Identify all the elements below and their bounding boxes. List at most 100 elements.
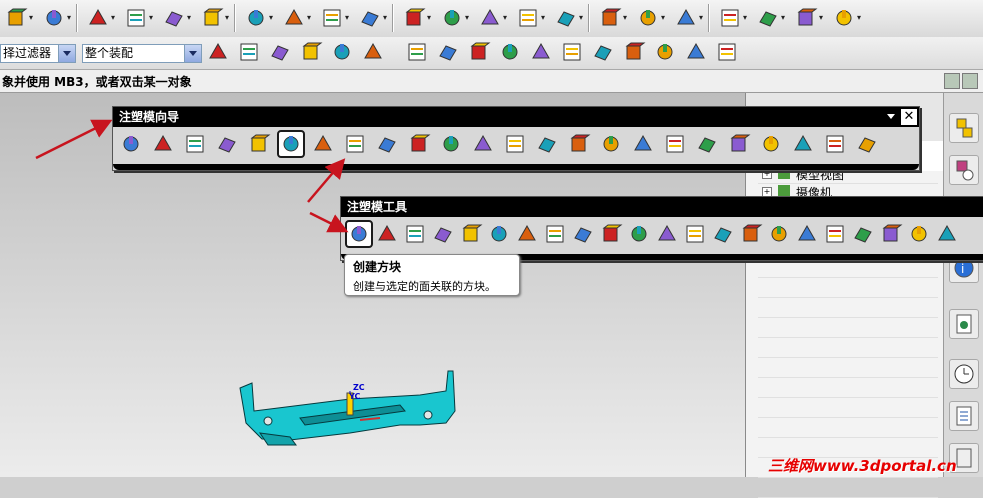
view-manager-icon[interactable] (791, 132, 815, 156)
sweep-icon[interactable] (674, 6, 698, 30)
view-icon[interactable] (684, 40, 708, 64)
assembly-navigator-icon[interactable] (949, 113, 979, 143)
electrode-icon[interactable] (631, 132, 655, 156)
component-icon[interactable] (299, 40, 323, 64)
slider-lifter-icon[interactable] (471, 132, 495, 156)
runner-icon[interactable] (567, 132, 591, 156)
moldbase-icon[interactable] (343, 132, 367, 156)
chevron-down-icon[interactable]: ▾ (465, 14, 473, 22)
mold-tools-titlebar[interactable]: 注塑模工具 (341, 197, 983, 217)
delete-files-icon[interactable] (823, 132, 847, 156)
rect-select-icon[interactable] (361, 40, 385, 64)
design-insert-icon[interactable] (879, 222, 903, 246)
ruled-surface-icon[interactable] (832, 6, 856, 30)
circle-icon[interactable] (591, 40, 615, 64)
chevron-down-icon[interactable]: ▾ (503, 14, 511, 22)
chevron-down-icon[interactable]: ▾ (225, 14, 233, 22)
split-body-icon[interactable] (554, 6, 578, 30)
box-icon[interactable] (244, 6, 268, 30)
chevron-down-icon[interactable]: ▾ (857, 14, 865, 22)
ejector-pin-icon[interactable] (407, 132, 431, 156)
trim-solid-icon[interactable] (739, 222, 763, 246)
mold-tools-icon[interactable] (277, 130, 305, 158)
status-panel-icon[interactable] (962, 73, 978, 89)
bisector-icon[interactable] (529, 40, 553, 64)
solid-icon[interactable] (598, 6, 622, 30)
face-op-icon[interactable] (320, 6, 344, 30)
gate-icon[interactable] (535, 132, 559, 156)
trim-region-patch-icon[interactable] (543, 222, 567, 246)
workpiece-icon[interactable] (215, 132, 239, 156)
hole-table-icon[interactable] (855, 132, 879, 156)
solid-flatten-icon[interactable] (767, 222, 791, 246)
chevron-down-icon[interactable]: ▾ (111, 14, 119, 22)
chevron-down-icon[interactable]: ▾ (427, 14, 435, 22)
chevron-down-icon[interactable] (887, 114, 895, 119)
bom-icon[interactable] (727, 132, 751, 156)
chevron-down-icon[interactable]: ▾ (67, 14, 75, 22)
extrude-icon[interactable] (200, 6, 224, 30)
status-panel-icon[interactable] (944, 73, 960, 89)
trim-mold-icon[interactable] (663, 132, 687, 156)
chevron-down-icon[interactable]: ▾ (781, 14, 789, 22)
chevron-down-icon[interactable]: ▾ (623, 14, 631, 22)
pocket-icon[interactable] (695, 132, 719, 156)
chevron-down-icon[interactable]: ▾ (541, 14, 549, 22)
sub-insert-icon[interactable] (503, 132, 527, 156)
line-icon[interactable] (436, 40, 460, 64)
mold-csys-icon[interactable] (151, 132, 175, 156)
ejector-post-icon[interactable] (439, 132, 463, 156)
offset-surface-icon[interactable] (794, 6, 818, 30)
pocket-tool-icon[interactable] (795, 222, 819, 246)
snap-all-icon[interactable] (405, 40, 429, 64)
open-part-icon[interactable] (42, 6, 66, 30)
chevron-down-icon[interactable]: ▾ (699, 14, 707, 22)
mesh-surface-icon[interactable] (718, 6, 742, 30)
mold-wizard-titlebar[interactable]: 注塑模向导 ✕ (113, 107, 919, 127)
chevron-down-icon[interactable]: ▾ (743, 14, 751, 22)
chevron-down-icon[interactable]: ▾ (307, 14, 315, 22)
edge-patch-icon[interactable] (459, 222, 483, 246)
chevron-down-icon[interactable]: ▾ (383, 14, 391, 22)
circle-center-icon[interactable] (560, 40, 584, 64)
create-box-icon[interactable] (345, 220, 373, 248)
drawing-icon[interactable] (759, 132, 783, 156)
intersect-icon[interactable] (478, 6, 502, 30)
cavity-layout-icon[interactable] (247, 132, 271, 156)
undo-icon[interactable] (237, 40, 261, 64)
new-file-icon[interactable] (4, 6, 28, 30)
move-icon[interactable] (330, 40, 354, 64)
assembly-cursor-icon[interactable] (206, 40, 230, 64)
chevron-down-icon[interactable]: ▾ (29, 14, 37, 22)
chevron-down-icon[interactable]: ▾ (661, 14, 669, 22)
chevron-down-icon[interactable]: ▾ (187, 14, 195, 22)
subtract-icon[interactable] (440, 6, 464, 30)
block-icon[interactable] (162, 6, 186, 30)
merge-cavity-icon[interactable] (851, 222, 875, 246)
standard-parts-icon[interactable] (375, 132, 399, 156)
reference-blend-icon[interactable] (627, 222, 651, 246)
close-icon[interactable]: ✕ (901, 109, 917, 125)
cooling-icon[interactable] (599, 132, 623, 156)
chevron-down-icon[interactable] (58, 45, 75, 62)
parting-icon[interactable] (311, 132, 335, 156)
sketch-icon[interactable] (86, 6, 110, 30)
list-icon[interactable] (949, 401, 979, 431)
shrinkage-icon[interactable] (183, 132, 207, 156)
plus-icon[interactable] (622, 40, 646, 64)
part-navigator-icon[interactable] (949, 155, 979, 185)
history-clock-icon[interactable] (949, 359, 979, 389)
solid-patch-icon[interactable] (403, 222, 427, 246)
trim-body-icon[interactable] (516, 6, 540, 30)
feature-icon[interactable] (124, 6, 148, 30)
extend-sheet-icon[interactable] (935, 222, 959, 246)
mold-draft-icon[interactable] (683, 222, 707, 246)
select-face-icon[interactable] (268, 40, 292, 64)
chevron-down-icon[interactable]: ▾ (819, 14, 827, 22)
face-split-icon[interactable] (711, 222, 735, 246)
split-solid-icon[interactable] (375, 222, 399, 246)
surface-icon[interactable] (636, 6, 660, 30)
assembly-scope-combo[interactable]: 整个装配 (82, 44, 202, 63)
enlarge-surface-icon[interactable] (487, 222, 511, 246)
palette-icon[interactable] (949, 309, 979, 339)
